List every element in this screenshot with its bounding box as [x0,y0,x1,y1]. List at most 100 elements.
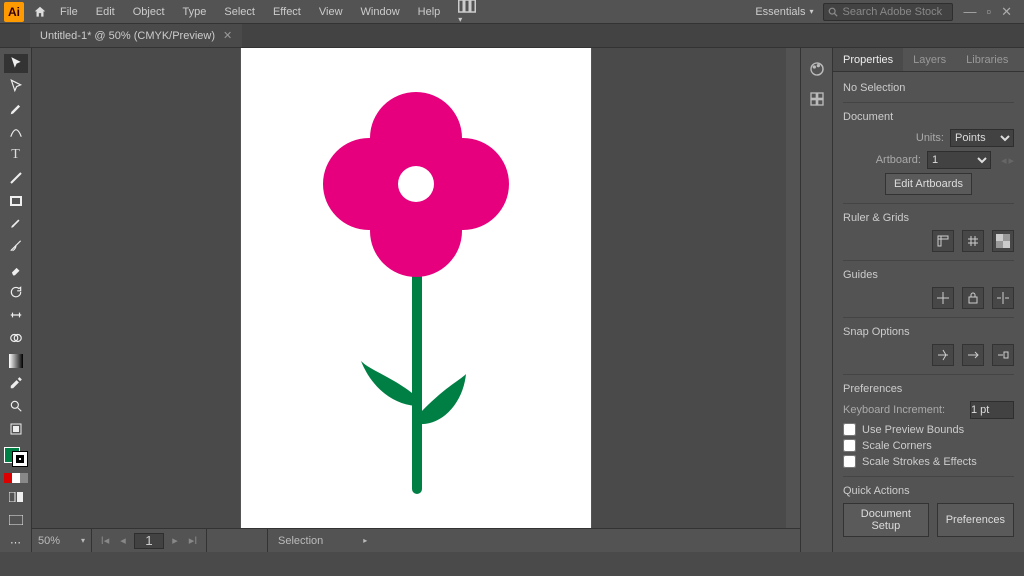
zoom-value: 50% [38,535,60,547]
tool-eyedropper[interactable] [4,374,28,393]
tool-direct-selection[interactable] [4,77,28,96]
scale-corners-checkbox[interactable]: Scale Corners [843,439,1014,452]
tool-selection[interactable] [4,54,28,73]
tool-curvature[interactable] [4,123,28,142]
properties-panel: Properties Layers Libraries No Selection… [832,48,1024,552]
tool-rectangle[interactable] [4,191,28,210]
snap-point-icon[interactable] [932,344,954,366]
snap-grid-icon[interactable] [962,344,984,366]
keyboard-increment-input[interactable] [970,401,1014,419]
app-logo: Ai [4,2,24,22]
tool-zoom[interactable] [4,397,28,416]
home-icon[interactable] [30,2,50,22]
prev-artboard-icon[interactable]: ◂ [116,534,130,547]
prev-artboard-btn[interactable]: ◂ [1001,154,1007,167]
first-artboard-icon[interactable]: I◂ [98,534,112,547]
zoom-dropdown[interactable]: 50% ▾ [32,529,92,552]
tabstrip: Untitled-1* @ 50% (CMYK/Preview) ✕ [0,24,1024,48]
swatches-panel-icon[interactable] [806,88,828,110]
lock-guides-icon[interactable] [962,287,984,309]
main: T ⋯ [0,48,1024,552]
workspace-label: Essentials [755,6,805,18]
artboard[interactable] [241,48,591,528]
snap-pixel-icon[interactable] [992,344,1014,366]
artwork-flower [241,48,591,528]
toolbar: T ⋯ [0,48,32,552]
use-preview-bounds-checkbox[interactable]: Use Preview Bounds [843,423,1014,436]
preferences-button[interactable]: Preferences [937,503,1014,537]
menu-effect[interactable]: Effect [265,6,309,18]
chevron-right-icon[interactable]: ▸ [363,536,367,545]
tool-print-tiling[interactable] [4,420,28,439]
right-dock: Properties Layers Libraries No Selection… [800,48,1024,552]
next-artboard-icon[interactable]: ▸ [168,534,182,547]
workspace-switcher[interactable]: Essentials ▾ [747,6,821,18]
artboard-select[interactable]: 1 [927,151,991,169]
color-mode-strip[interactable] [4,473,28,483]
chevron-down-icon: ▾ [81,536,85,545]
current-tool-label: Selection ▸ [267,529,377,552]
preferences-heading: Preferences [843,374,1014,395]
edit-toolbar[interactable]: ⋯ [4,533,28,552]
units-label: Units: [843,132,944,144]
draw-mode[interactable] [4,487,28,506]
menu-object[interactable]: Object [125,6,173,18]
tool-gradient[interactable] [4,351,28,370]
tool-eraser[interactable] [4,260,28,279]
keyboard-increment-label: Keyboard Increment: [843,404,964,416]
no-selection-label: No Selection [843,82,1014,94]
scale-strokes-checkbox[interactable]: Scale Strokes & Effects [843,455,1014,468]
status-bar: 50% ▾ I◂ ◂ ▸ ▸I Selection ▸ [32,528,800,552]
rulers-icon[interactable] [932,230,954,252]
tab-close-icon[interactable]: ✕ [223,29,232,42]
color-panel-icon[interactable] [806,58,828,80]
arrange-docs-icon[interactable]: ▾ [450,0,484,25]
artboard-number-input[interactable] [134,533,164,549]
menu-help[interactable]: Help [410,6,449,18]
icon-dock [800,48,832,552]
menu-window[interactable]: Window [353,6,408,18]
tool-paintbrush[interactable] [4,214,28,233]
tool-pen[interactable] [4,100,28,119]
smart-guides-icon[interactable] [992,287,1014,309]
tab-libraries[interactable]: Libraries [956,48,1018,71]
maximize-icon[interactable]: ▫ [986,4,991,20]
stroke-chip[interactable] [12,451,28,467]
menu-edit[interactable]: Edit [88,6,123,18]
tab-title: Untitled-1* @ 50% (CMYK/Preview) [40,30,215,42]
search-placeholder: Search Adobe Stock [842,6,942,18]
show-guides-icon[interactable] [932,287,954,309]
tab-properties[interactable]: Properties [833,48,903,71]
tab-layers[interactable]: Layers [903,48,956,71]
screen-mode[interactable] [4,510,28,529]
units-select[interactable]: Points [950,129,1014,147]
search-input[interactable]: Search Adobe Stock [823,3,953,21]
tool-width[interactable] [4,305,28,324]
chevron-down-icon: ▾ [809,7,813,16]
tool-line[interactable] [4,168,28,187]
tool-rotate[interactable] [4,283,28,302]
last-artboard-icon[interactable]: ▸I [186,534,200,547]
tool-shape-builder[interactable] [4,328,28,347]
fill-stroke-chips[interactable] [4,447,28,468]
document-tab[interactable]: Untitled-1* @ 50% (CMYK/Preview) ✕ [30,24,242,47]
artboard-navigator: I◂ ◂ ▸ ▸I [92,529,207,552]
transparency-grid-icon[interactable] [992,230,1014,252]
snap-heading: Snap Options [843,317,1014,338]
tool-type[interactable]: T [4,145,28,164]
menu-select[interactable]: Select [216,6,263,18]
tool-shaper[interactable] [4,237,28,256]
edit-artboards-button[interactable]: Edit Artboards [885,173,972,195]
grid-icon[interactable] [962,230,984,252]
minimize-icon[interactable]: — [963,4,976,20]
ruler-grids-heading: Ruler & Grids [843,203,1014,224]
document-setup-button[interactable]: Document Setup [843,503,929,537]
canvas[interactable] [32,48,800,528]
menu-view[interactable]: View [311,6,351,18]
quick-actions-heading: Quick Actions [843,476,1014,497]
menu-file[interactable]: File [52,6,86,18]
scrollbar-vertical[interactable] [786,48,800,528]
next-artboard-btn[interactable]: ▸ [1008,154,1014,167]
menu-type[interactable]: Type [175,6,215,18]
close-window-icon[interactable]: ✕ [1001,4,1012,20]
